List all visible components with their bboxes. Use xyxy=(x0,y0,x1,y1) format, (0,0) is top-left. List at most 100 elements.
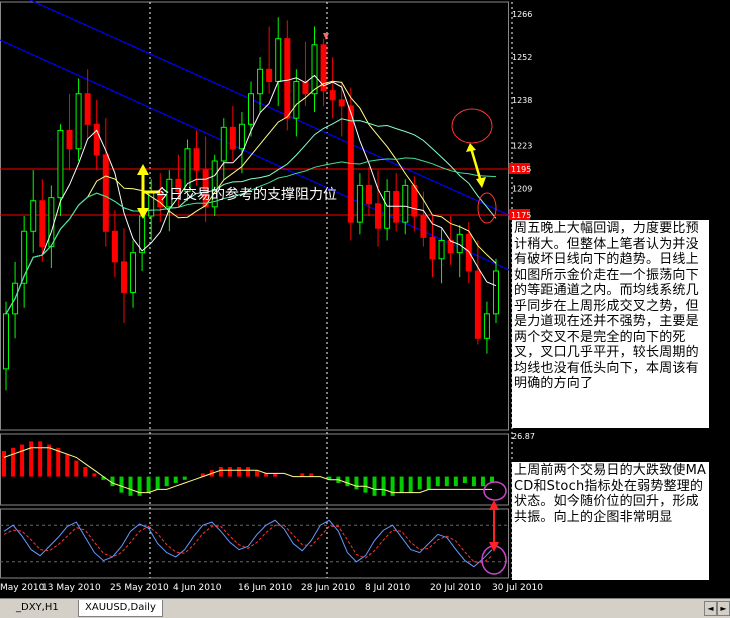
bear-candle xyxy=(66,129,73,150)
macd-histogram-bar xyxy=(372,476,377,496)
bear-candle xyxy=(266,68,273,82)
bull-candle xyxy=(220,126,227,162)
macd-histogram-bar xyxy=(164,476,169,487)
chart-tabs-bar: _DXY,H1 XAUUSD,Daily ◄ ► xyxy=(0,598,730,618)
macd-histogram-bar xyxy=(435,476,440,487)
macd-histogram-bar xyxy=(173,476,178,483)
bear-candle xyxy=(93,123,100,156)
bear-candle xyxy=(229,126,236,150)
bear-candle xyxy=(111,230,118,263)
bull-candle xyxy=(139,215,146,254)
macd-histogram-bar xyxy=(363,476,368,493)
macd-histogram-bar xyxy=(399,476,404,493)
price-tick-label: 1266 xyxy=(512,10,532,19)
macd-histogram-bar xyxy=(354,476,359,490)
macd-histogram-bar xyxy=(110,476,115,487)
date-tick-label: 4 Jun 2010 xyxy=(173,583,222,593)
bear-candle xyxy=(302,80,309,95)
macd-histogram-bar xyxy=(417,476,422,490)
right-arrow-head-up xyxy=(466,143,476,152)
price-tick-label: 1238 xyxy=(512,96,532,105)
date-tick-label: 25 May 2010 xyxy=(110,583,169,593)
bear-candle xyxy=(465,233,472,272)
macd-histogram-bar xyxy=(11,447,16,477)
sr-price-tag-label: 1175 xyxy=(511,211,531,220)
macd-histogram-bar xyxy=(20,444,25,477)
bull-candle xyxy=(356,184,363,223)
stoch-panel-frame xyxy=(0,508,509,579)
indicator-note: 上周前两个交易日的大跌致使MACD和Stoch指标处在弱势整理的状态。如今随价位… xyxy=(512,462,709,580)
macd-histogram-bar xyxy=(29,441,34,477)
price-tick-label: 1209 xyxy=(512,184,532,193)
bull-candle xyxy=(384,191,391,229)
bear-candle xyxy=(338,99,345,107)
macd-histogram-bar xyxy=(462,476,467,483)
macd-histogram-bar xyxy=(480,476,485,487)
support-resistance-label: 今日交易的参考的支撑阻力位 xyxy=(155,187,337,203)
macd-histogram-bar xyxy=(74,460,79,477)
bear-candle xyxy=(120,261,127,293)
date-tick-label: 28 Jun 2010 xyxy=(301,583,355,593)
macd-histogram-bar xyxy=(128,476,133,496)
date-tick-label: 16 Jun 2010 xyxy=(238,583,292,593)
macd-histogram-bar xyxy=(408,476,413,493)
bull-candle xyxy=(311,44,318,95)
macd-histogram-bar xyxy=(38,441,43,477)
bull-candle xyxy=(438,239,445,260)
tab-scroll-right-icon[interactable]: ► xyxy=(717,601,730,616)
macd-histogram-bar xyxy=(471,476,476,487)
macd-histogram-bar xyxy=(47,444,52,477)
macd-histogram-bar xyxy=(182,476,187,480)
highlight-circle xyxy=(451,108,493,144)
bull-candle xyxy=(57,129,64,199)
bull-candle xyxy=(257,68,264,95)
date-tick-label: May 2010 xyxy=(0,583,45,593)
bull-candle xyxy=(275,38,282,82)
bull-candle xyxy=(248,93,254,125)
price-tick-label: 1223 xyxy=(512,142,532,151)
price-tick-label: 1252 xyxy=(512,53,532,62)
bear-candle xyxy=(329,90,336,101)
bull-candle xyxy=(48,197,55,248)
macd-tick-label: 26.87 xyxy=(512,432,535,441)
bull-candle xyxy=(3,313,9,370)
sr-price-tag-label: 1195 xyxy=(511,165,531,174)
date-tick-label: 30 Jul 2010 xyxy=(492,583,543,593)
macd-histogram-bar xyxy=(146,476,151,493)
macd-histogram-bar xyxy=(2,451,6,477)
macd-histogram-bar xyxy=(345,476,350,487)
bear-candle xyxy=(393,191,400,223)
macd-histogram-bar xyxy=(92,473,97,477)
macd-histogram-bar xyxy=(453,476,458,487)
right-arrow-head-down xyxy=(476,177,486,188)
stoch-d-line xyxy=(3,524,493,564)
macd-histogram-bar xyxy=(155,476,160,490)
bear-candle xyxy=(420,215,427,238)
bear-candle xyxy=(429,236,436,260)
macd-histogram-bar xyxy=(236,467,241,477)
bear-candle xyxy=(365,184,372,205)
tab-dxy-h1[interactable]: _DXY,H1 xyxy=(10,600,65,616)
macd-histogram-bar xyxy=(56,447,61,477)
bull-candle xyxy=(130,252,137,293)
analysis-note: 周五晚上大幅回调，力度要比预计稍大。但整体上笔者认为并没有破坏日线向下的趋势。日… xyxy=(512,220,709,428)
bull-candle xyxy=(483,313,490,339)
bear-candle xyxy=(474,270,481,339)
bear-candle xyxy=(375,203,382,229)
macd-histogram-bar xyxy=(65,454,70,477)
tab-scroll-left-icon[interactable]: ◄ xyxy=(704,601,717,616)
tab-xauusd-daily[interactable]: XAUUSD,Daily xyxy=(78,600,163,617)
macd-histogram-bar xyxy=(218,467,223,477)
bull-candle xyxy=(402,184,409,223)
bull-candle xyxy=(293,80,300,119)
bull-candle xyxy=(30,200,37,232)
macd-histogram-bar xyxy=(381,476,386,496)
chart-window: 1266125212381223120911951180116611521081… xyxy=(0,0,730,618)
date-tick-label: 20 Jul 2010 xyxy=(430,583,481,593)
bull-candle xyxy=(238,123,245,150)
bear-candle xyxy=(84,93,91,125)
macd-histogram-bar xyxy=(426,476,431,490)
bull-candle xyxy=(75,93,82,150)
date-tick-label: 13 May 2010 xyxy=(42,583,101,593)
bear-candle xyxy=(193,148,200,171)
